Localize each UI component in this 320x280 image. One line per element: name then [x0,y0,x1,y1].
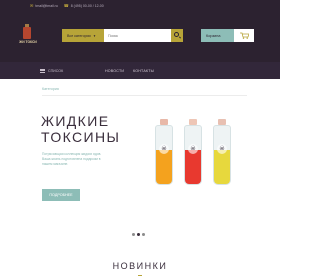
hero-title: ЖИДКИЕ ТОКСИНЫ [41,113,121,145]
cart-label: Корзина [206,33,221,38]
cart-icon-panel[interactable] [234,29,254,42]
header: ✉ tmail@tmail.ru ☎ 8 (495) 00-00 / 12-00… [0,0,280,62]
details-button[interactable]: ПОДРОБНЕЕ [42,189,80,201]
nav-link-news[interactable]: НОВОСТИ [105,62,124,79]
chevron-down-icon: ▾ [93,33,96,38]
slider-dot[interactable] [142,233,145,236]
section-title-new: НОВИНКИ [112,261,168,271]
logo-text: ЖИ ТОКСИ [19,40,37,44]
catalog-menu[interactable]: СПИСОК [40,62,63,79]
breadcrumb[interactable]: Категория [42,87,59,91]
skull-icon: ☠ [217,144,227,154]
category-dropdown[interactable]: Все категории ▾ [62,29,104,42]
poison-bottle-yellow: ☠ [213,119,231,185]
logo-bottle-icon [23,24,31,39]
search-input[interactable] [104,29,171,42]
search-icon [174,32,179,37]
category-dropdown-label: Все категории [67,33,91,38]
page: ✉ tmail@tmail.ru ☎ 8 (495) 00-00 / 12-00… [0,0,280,280]
menu-icon [40,68,45,73]
skull-icon: ☠ [159,144,169,154]
poison-bottle-red: ☠ [184,119,202,185]
cart-icon [240,32,249,39]
poison-bottle-orange: ☠ [155,119,173,185]
section-title-underline [138,275,142,276]
hero-description: Потрясающая коллекция жидких ядов. Ваша … [42,152,102,166]
slider-dot[interactable] [137,233,140,236]
nav-link-contacts[interactable]: КОНТАКТЫ [133,62,154,79]
slider-dots [132,233,147,236]
email-link[interactable]: tmail@tmail.ru [35,4,57,8]
catalog-menu-label: СПИСОК [48,68,64,73]
skull-icon: ☠ [188,144,198,154]
hero-slider: Категория ЖИДКИЕ ТОКСИНЫ Потрясающая кол… [0,79,280,247]
divider [42,95,247,96]
hero-product-image: ☠ ☠ ☠ [155,119,235,217]
slider-dot[interactable] [132,233,135,236]
phone-number[interactable]: 8 (495) 00-00 / 12-00 [71,4,104,8]
navigation-bar: СПИСОК НОВОСТИ КОНТАКТЫ [0,62,280,79]
contact-info: ✉ tmail@tmail.ru ☎ 8 (495) 00-00 / 12-00 [30,3,104,8]
logo[interactable]: ЖИ ТОКСИ [19,24,37,49]
mail-icon: ✉ [30,3,34,8]
cart-button[interactable]: Корзина [201,29,234,42]
search-button[interactable] [171,29,183,42]
phone-icon: ☎ [63,3,69,8]
